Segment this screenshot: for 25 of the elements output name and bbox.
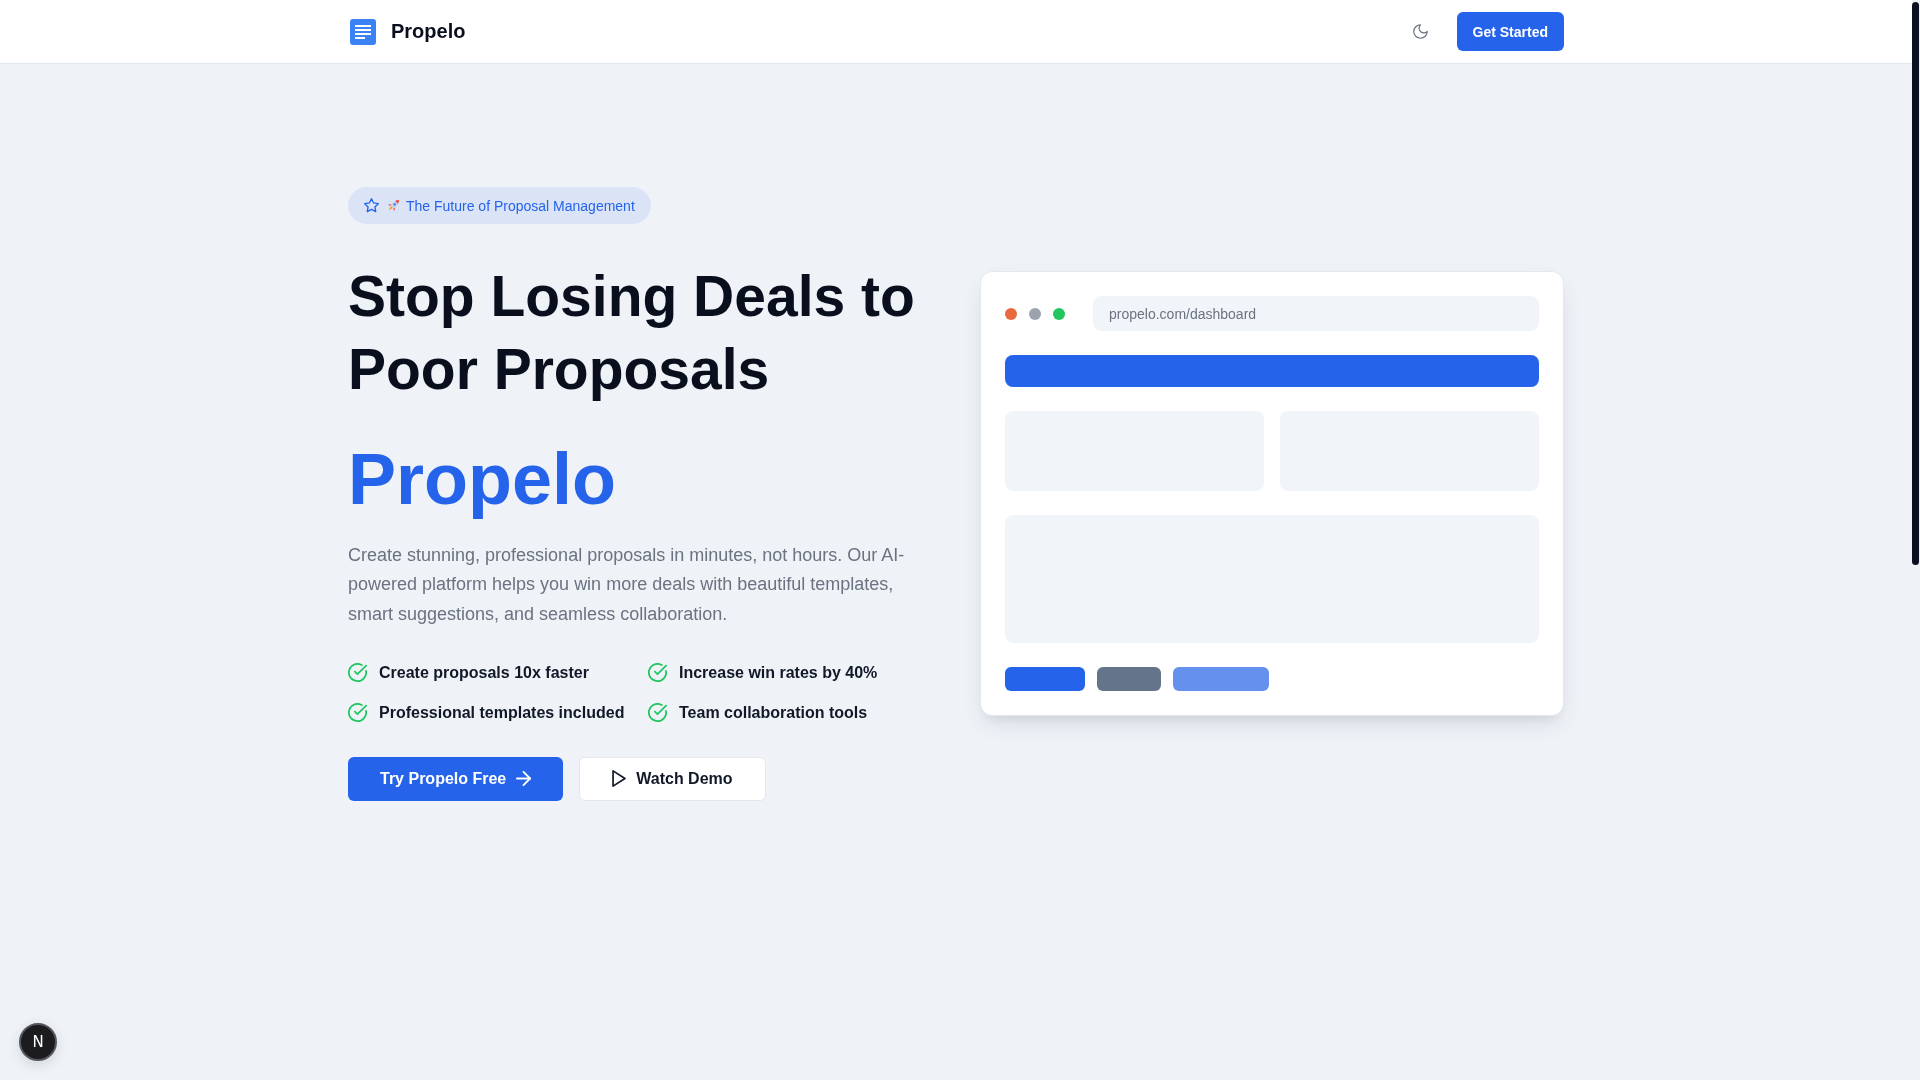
play-icon (612, 770, 627, 788)
hero-headline: Stop Losing Deals to Poor Proposals (348, 263, 916, 403)
feature-text: Increase win rates by 40% (679, 663, 878, 682)
check-circle-icon (648, 663, 667, 683)
secondary-cta-button[interactable]: Watch Demo (579, 756, 766, 801)
document-icon (350, 18, 376, 45)
hero-brand-name: Propelo (348, 440, 617, 519)
arrow-right-icon (516, 771, 532, 787)
feature-text: Professional templates included (379, 703, 625, 722)
feature-text: Team collaboration tools (679, 703, 868, 722)
check-circle-icon (348, 703, 367, 723)
get-started-button[interactable]: Get Started (1456, 12, 1564, 51)
rocket-icon (388, 200, 399, 211)
brand-link[interactable]: Propelo (350, 18, 466, 45)
scrollbar-thumb[interactable] (1912, 2, 1919, 565)
check-circle-icon (648, 703, 667, 723)
moon-icon (1413, 24, 1429, 39)
check-circle-icon (348, 663, 367, 683)
feature-text: Create proposals 10x faster (379, 663, 589, 682)
primary-cta-button[interactable]: Try Propelo Free (348, 756, 564, 801)
hero-description: Create stunning, professional proposals in minutes, not hours. Our AI-powered platform helps you win more deals with beautiful templates, smart suggestions, and seamless collaboration. (348, 544, 906, 626)
url-bar: propelo.com/dashboard (1093, 296, 1539, 332)
badge-text: The Future of Proposal Management (406, 197, 635, 214)
dev-tools-button[interactable]: N (19, 1023, 57, 1061)
star-icon (364, 198, 379, 213)
